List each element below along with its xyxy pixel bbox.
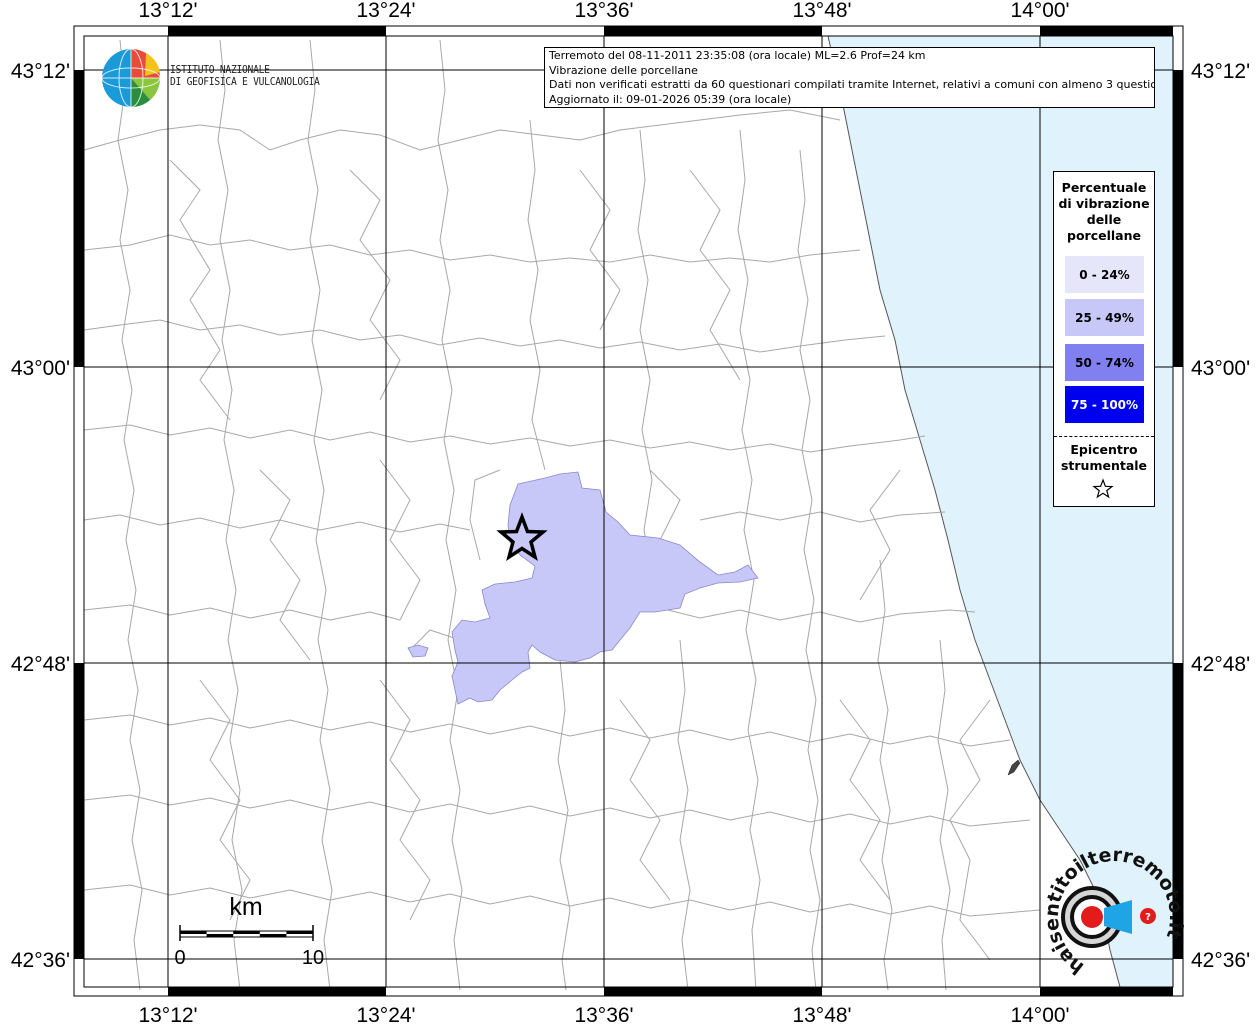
legend-item-label: 75 - 100% (1070, 397, 1139, 412)
lon-label: 13°36' (574, 1004, 633, 1024)
lat-label: 42°36' (1191, 949, 1250, 972)
affected-area-25-49 (451, 471, 759, 705)
earthquake-info-box: Terremoto del 08-11-2011 23:35:08 (ora l… (544, 47, 1155, 108)
lat-label: 42°48' (11, 653, 70, 676)
lat-label: 43°00' (1191, 357, 1250, 380)
ingv-globe-icon (101, 48, 161, 108)
lon-label: 14°00' (1010, 0, 1069, 22)
legend-item-50-74: 50 - 74% (1065, 344, 1144, 381)
legend-epicenter-line: strumentale (1060, 458, 1148, 473)
legend-epicenter-label: Epicentro strumentale (1054, 442, 1154, 474)
legend-title-line: delle (1086, 212, 1122, 227)
lon-label: 13°48' (792, 1004, 851, 1024)
legend-item-0-24: 0 - 24% (1065, 256, 1144, 293)
legend-item-label: 25 - 49% (1075, 310, 1134, 325)
scale-start: 0 (174, 947, 185, 969)
lon-label: 13°12' (138, 1004, 197, 1024)
info-line-updated: Aggiornato il: 09-01-2026 05:39 (ora loc… (549, 92, 792, 106)
info-line-event: Terremoto del 08-11-2011 23:35:08 (ora l… (549, 49, 926, 62)
lat-label: 43°12' (11, 60, 70, 83)
legend-title-line: porcellane (1067, 228, 1141, 243)
ingv-logo-text: ISTITUTO NAZIONALE DI GEOFISICA E VULCAN… (170, 64, 320, 88)
scale-end: 10 (302, 947, 324, 969)
legend-item-label: 50 - 74% (1075, 355, 1134, 370)
ingv-logo-line1: ISTITUTO NAZIONALE (170, 64, 270, 76)
lat-label: 42°36' (11, 949, 70, 972)
lat-label: 43°00' (11, 357, 70, 380)
ingv-logo-line2: DI GEOFISICA E VULCANOLOGIA (170, 76, 320, 88)
legend-title-line: di vibrazione (1058, 196, 1150, 211)
lon-label: 13°12' (138, 0, 197, 22)
legend: Percentuale di vibrazione delle porcella… (1053, 171, 1155, 507)
lon-label: 13°36' (574, 0, 633, 22)
legend-star-icon (1092, 478, 1114, 499)
lat-labels-right: 43°12' 43°00' 42°48' 42°36' (1191, 60, 1250, 972)
lon-label: 13°24' (356, 1004, 415, 1024)
legend-epicenter-line: Epicentro (1070, 442, 1138, 457)
lon-label: 14°00' (1010, 1004, 1069, 1024)
legend-item-25-49: 25 - 49% (1065, 299, 1144, 336)
lat-labels-left: 43°12' 43°00' 42°48' 42°36' (11, 60, 70, 972)
legend-separator (1054, 436, 1154, 437)
lon-label: 13°24' (356, 0, 415, 22)
lon-label: 13°48' (792, 0, 851, 22)
legend-title: Percentuale di vibrazione delle porcella… (1054, 180, 1154, 244)
info-line-subject: Vibrazione delle porcellane (549, 63, 698, 77)
lon-labels-top: 13°12' 13°24' 13°36' 13°48' 14°00' (138, 0, 1069, 22)
lat-label: 42°48' (1191, 653, 1250, 676)
map: 13°12' 13°24' 13°36' 13°48' 14°00' 13°12… (11, 0, 1250, 1024)
legend-item-label: 0 - 24% (1079, 267, 1130, 282)
scale-unit: km (229, 893, 262, 921)
affected-area-small (407, 644, 429, 658)
lat-label: 43°12' (1191, 60, 1250, 83)
legend-title-line: Percentuale (1061, 180, 1147, 195)
harbour-marker (1007, 759, 1021, 776)
legend-item-75-100: 75 - 100% (1065, 386, 1144, 423)
question-mark-icon: ? (1145, 912, 1151, 923)
scale-bar: km 0 10 (174, 893, 324, 969)
info-line-data-note: Dati non verificati estratti da 60 quest… (549, 78, 1155, 91)
lon-labels-bottom: 13°12' 13°24' 13°36' 13°48' 14°00' (138, 1004, 1069, 1024)
